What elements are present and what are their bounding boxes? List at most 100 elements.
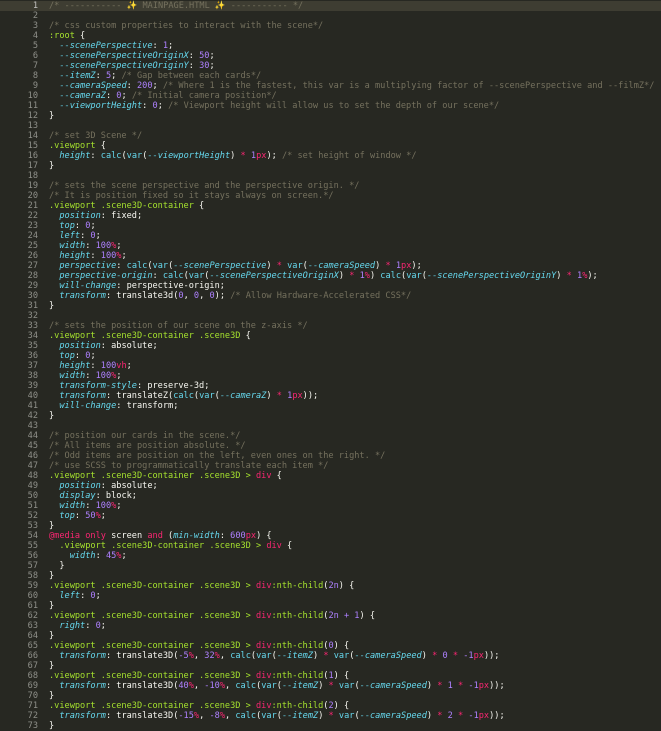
code-line[interactable]: 56 width: 45%; [0, 551, 661, 561]
line-number: 3 [32, 21, 38, 31]
code-line[interactable]: 67} [0, 661, 661, 671]
code-line[interactable]: 44 /* position our cards in the scene.*/ [0, 431, 661, 441]
code-token: -8 [209, 711, 220, 721]
code-line[interactable]: 32 [0, 311, 661, 321]
code-line[interactable]: 39 transform-style: preserve-3d; [0, 381, 661, 391]
code-line[interactable]: 43 [0, 421, 661, 431]
line-code: } [49, 631, 54, 641]
code-line[interactable]: 33 /* sets the position of our scene on t… [0, 321, 661, 331]
code-line[interactable]: 66 transform: translate3D(-5%, 32%, calc… [0, 651, 661, 661]
code-line[interactable]: 28 perspective-origin: calc(var(--sceneP… [0, 271, 661, 281]
code-token: /* sets the position of our scene on the… [49, 321, 308, 331]
code-line[interactable]: 68 .viewport .scene3D-container .scene3D … [0, 671, 661, 681]
line-code: --scenePerspectiveOriginX: 50; [49, 51, 214, 61]
code-line[interactable]: 55 .viewport .scene3D-container .scene3D… [0, 541, 661, 551]
code-line[interactable]: 30 transform: translate3d(0, 0, 0); /* A… [0, 291, 661, 301]
code-line[interactable]: 35 position: absolute; [0, 341, 661, 351]
code-line[interactable]: 69 transform: translate3D(40%, -10%, cal… [0, 681, 661, 691]
code-line[interactable]: 16 height: calc(var(--viewportHeight) * … [0, 151, 661, 161]
code-line[interactable]: 10 --cameraZ: 0; /* Initial camera posit… [0, 91, 661, 101]
code-line[interactable]: 25 width: 100%; [0, 241, 661, 251]
code-line[interactable]: 7 --scenePerspectiveOriginY: 30; [0, 61, 661, 71]
code-line[interactable]: 57 } [0, 561, 661, 571]
code-line[interactable]: 5 --scenePerspective: 1; [0, 41, 661, 51]
code-line[interactable]: 54 @media only screen and (min-width: 600… [0, 531, 661, 541]
code-token: : [80, 591, 91, 601]
code-line[interactable]: 52 top: 50%; [0, 511, 661, 521]
code-line[interactable]: 59 .viewport .scene3D-container .scene3D … [0, 581, 661, 591]
code-line[interactable]: 8 --itemZ: 5; /* Gap between each cards*… [0, 71, 661, 81]
code-line[interactable]: 24 left: 0; [0, 231, 661, 241]
line-number: 22 [27, 211, 38, 221]
code-line[interactable]: 37 height: 100vh; [0, 361, 661, 371]
code-line[interactable]: 65 .viewport .scene3D-container .scene3D … [0, 641, 661, 651]
code-token: ; [116, 371, 122, 381]
code-line[interactable]: 61} [0, 601, 661, 611]
code-line[interactable]: 41 will-change: transform; [0, 401, 661, 411]
code-line[interactable]: 60 left: 0; [0, 591, 661, 601]
line-code: /* It is position fixed so it stays alwa… [49, 191, 334, 201]
code-line[interactable]: 38 width: 100%; [0, 371, 661, 381]
code-line[interactable]: 70} [0, 691, 661, 701]
code-line[interactable]: 51 width: 100%; [0, 501, 661, 511]
code-line[interactable]: 73} [0, 721, 661, 731]
code-line[interactable]: 64} [0, 631, 661, 641]
code-line[interactable]: 6 --scenePerspectiveOriginX: 50; [0, 51, 661, 61]
code-line[interactable]: 62 .viewport .scene3D-container .scene3D … [0, 611, 661, 621]
code-token: -1 [468, 681, 479, 691]
line-code: width: 100%; [49, 501, 121, 511]
code-line[interactable]: 22 position: fixed; [0, 211, 661, 221]
code-token: min-width [173, 531, 220, 541]
code-line[interactable]: 63 right: 0; [0, 621, 661, 631]
code-line[interactable]: 46 /* Odd items are position on the left,… [0, 451, 661, 461]
code-line[interactable]: 18 [0, 171, 661, 181]
code-line[interactable]: 13 [0, 121, 661, 131]
code-line[interactable]: 50 display: block; [0, 491, 661, 501]
code-line[interactable]: 26 height: 100%; [0, 251, 661, 261]
code-line[interactable]: 49 position: absolute; [0, 481, 661, 491]
code-editor[interactable]: 1 /* ----------- ✨ MAINPAGE.HTML ✨ ------… [0, 0, 661, 731]
code-line[interactable]: 2 [0, 11, 661, 21]
code-line[interactable]: 12} [0, 111, 661, 121]
code-line[interactable]: 27 perspective: calc(var(--scenePerspect… [0, 261, 661, 271]
code-line[interactable]: 34 .viewport .scene3D-container .scene3D … [0, 331, 661, 341]
code-token: ; [95, 591, 101, 601]
line-number: 31 [27, 301, 38, 311]
code-token: , [193, 681, 205, 691]
code-line[interactable]: 1 /* ----------- ✨ MAINPAGE.HTML ✨ ------… [0, 1, 661, 11]
code-line[interactable]: 48 .viewport .scene3D-container .scene3D … [0, 471, 661, 481]
code-line[interactable]: 45 /* All items are position absolute. */ [0, 441, 661, 451]
code-line[interactable]: 23 top: 0; [0, 221, 661, 231]
code-line[interactable]: 29 will-change: perspective-origin; [0, 281, 661, 291]
code-line[interactable]: 58} [0, 571, 661, 581]
code-line[interactable]: 36 top: 0; [0, 351, 661, 361]
code-token: ) { [359, 611, 376, 621]
code-line[interactable]: 47 /* use SCSS to programmatically transl… [0, 461, 661, 471]
code-line[interactable]: 11 --viewportHeight: 0; /* Viewport heig… [0, 101, 661, 111]
code-line[interactable]: 71 .viewport .scene3D-container .scene3D … [0, 701, 661, 711]
code-token: ) [426, 711, 438, 721]
code-line[interactable]: 20 /* It is position fixed so it stays al… [0, 191, 661, 201]
code-line[interactable]: 42} [0, 411, 661, 421]
code-line[interactable]: 15 .viewport { [0, 141, 661, 151]
code-line[interactable]: 9 --cameraSpeed: 200; /* Where 1 is the … [0, 81, 661, 91]
code-token: px [245, 531, 257, 541]
code-line[interactable]: 72 transform: translate3D(-15%, -8%, cal… [0, 711, 661, 721]
code-token: .viewport .scene3D-container .scene3D > [49, 671, 256, 681]
code-line[interactable]: 21 .viewport .scene3D-container { [0, 201, 661, 211]
code-line[interactable]: 3 /* css custom properties to interact wi… [0, 21, 661, 31]
line-number: 30 [27, 291, 38, 301]
code-token: --viewportHeight [59, 101, 143, 111]
code-line[interactable]: 40 transform: translateZ(calc(var(--came… [0, 391, 661, 401]
code-line[interactable]: 31} [0, 301, 661, 311]
code-token: , [183, 291, 194, 301]
line-number: 40 [27, 391, 38, 401]
code-token: { [281, 541, 293, 551]
code-line[interactable]: 14 /* set 3D Scene */ [0, 131, 661, 141]
code-line[interactable]: 19 /* sets the scene perspective and the … [0, 181, 661, 191]
code-line[interactable]: 4:root { [0, 31, 661, 41]
code-line[interactable]: 17} [0, 161, 661, 171]
code-line[interactable]: 53} [0, 521, 661, 531]
